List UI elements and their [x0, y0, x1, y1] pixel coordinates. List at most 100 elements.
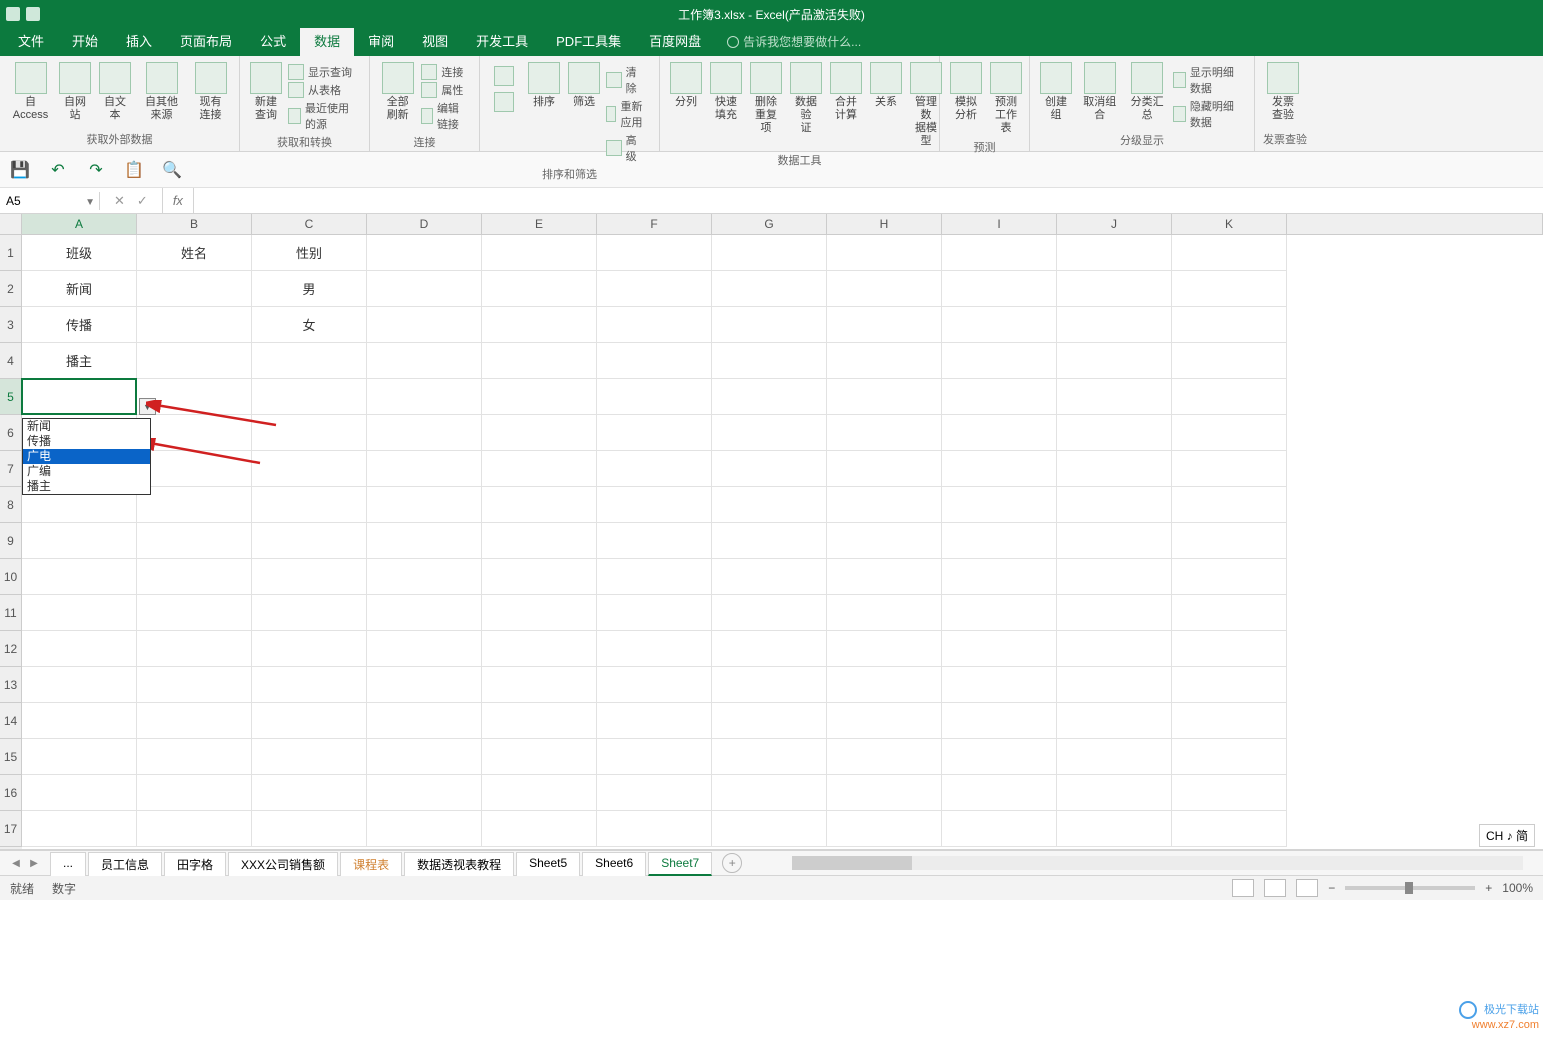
col-header-D[interactable]: D [367, 214, 482, 235]
cell-H5[interactable] [827, 379, 942, 415]
cell-C14[interactable] [252, 703, 367, 739]
cell-H3[interactable] [827, 307, 942, 343]
col-header-J[interactable]: J [1057, 214, 1172, 235]
cell-H8[interactable] [827, 487, 942, 523]
cell-D2[interactable] [367, 271, 482, 307]
cell-E15[interactable] [482, 739, 597, 775]
cell-G2[interactable] [712, 271, 827, 307]
cell-C16[interactable] [252, 775, 367, 811]
sheet-tab-3[interactable]: XXX公司销售额 [228, 852, 338, 876]
tab-view[interactable]: 视图 [408, 25, 462, 56]
cell-K9[interactable] [1172, 523, 1287, 559]
cell-E4[interactable] [482, 343, 597, 379]
cell-B12[interactable] [137, 631, 252, 667]
cell-K4[interactable] [1172, 343, 1287, 379]
btn-whatif[interactable]: 模拟分析 [946, 60, 986, 124]
cell-G3[interactable] [712, 307, 827, 343]
cell-K5[interactable] [1172, 379, 1287, 415]
row-header-5[interactable]: 5 [0, 379, 22, 415]
tab-formula[interactable]: 公式 [246, 25, 300, 56]
cell-J2[interactable] [1057, 271, 1172, 307]
cell-F14[interactable] [597, 703, 712, 739]
row-header-16[interactable]: 16 [0, 775, 22, 811]
col-header-F[interactable]: F [597, 214, 712, 235]
cell-I10[interactable] [942, 559, 1057, 595]
cell-F15[interactable] [597, 739, 712, 775]
sheet-tab-8[interactable]: Sheet7 [648, 852, 712, 876]
cell-C10[interactable] [252, 559, 367, 595]
cell-G10[interactable] [712, 559, 827, 595]
cell-A1[interactable]: 班级 [22, 235, 137, 271]
cell-C11[interactable] [252, 595, 367, 631]
cell-K3[interactable] [1172, 307, 1287, 343]
zoom-value[interactable]: 100% [1502, 881, 1533, 895]
btn-relationships[interactable]: 关系 [866, 60, 906, 111]
cell-I1[interactable] [942, 235, 1057, 271]
redo-button[interactable]: ↷ [86, 160, 106, 180]
cell-G11[interactable] [712, 595, 827, 631]
row-header-14[interactable]: 14 [0, 703, 22, 739]
cell-F3[interactable] [597, 307, 712, 343]
cell-H15[interactable] [827, 739, 942, 775]
cell-I13[interactable] [942, 667, 1057, 703]
cell-G16[interactable] [712, 775, 827, 811]
row-header-2[interactable]: 2 [0, 271, 22, 307]
btn-new-query[interactable]: 新建 查询 [246, 60, 286, 124]
cell-J6[interactable] [1057, 415, 1172, 451]
cell-K17[interactable] [1172, 811, 1287, 847]
cell-J8[interactable] [1057, 487, 1172, 523]
cell-K14[interactable] [1172, 703, 1287, 739]
btn-sort[interactable]: 排序 [524, 60, 564, 111]
cell-G9[interactable] [712, 523, 827, 559]
cell-J13[interactable] [1057, 667, 1172, 703]
cell-K12[interactable] [1172, 631, 1287, 667]
cell-F17[interactable] [597, 811, 712, 847]
name-box-dropdown-icon[interactable]: ▼ [85, 197, 95, 208]
cell-B14[interactable] [137, 703, 252, 739]
zoom-thumb[interactable] [1405, 882, 1413, 894]
cell-I15[interactable] [942, 739, 1057, 775]
cell-F12[interactable] [597, 631, 712, 667]
btn-invoice-check[interactable]: 发票 查验 [1261, 60, 1305, 124]
cell-E6[interactable] [482, 415, 597, 451]
cell-A2[interactable]: 新闻 [22, 271, 137, 307]
cell-D17[interactable] [367, 811, 482, 847]
cell-D9[interactable] [367, 523, 482, 559]
cell-F16[interactable] [597, 775, 712, 811]
cell-J14[interactable] [1057, 703, 1172, 739]
btn-clear[interactable]: 清除 [606, 64, 647, 96]
cell-G4[interactable] [712, 343, 827, 379]
dropdown-option-2[interactable]: 广电 [23, 449, 150, 464]
col-header-C[interactable]: C [252, 214, 367, 235]
cell-J3[interactable] [1057, 307, 1172, 343]
cell-A11[interactable] [22, 595, 137, 631]
cell-J9[interactable] [1057, 523, 1172, 559]
cell-B11[interactable] [137, 595, 252, 631]
row-header-12[interactable]: 12 [0, 631, 22, 667]
cell-J7[interactable] [1057, 451, 1172, 487]
cell-I16[interactable] [942, 775, 1057, 811]
row-header-10[interactable]: 10 [0, 559, 22, 595]
cell-B15[interactable] [137, 739, 252, 775]
cell-A12[interactable] [22, 631, 137, 667]
cell-D13[interactable] [367, 667, 482, 703]
spreadsheet-grid[interactable]: ABCDEFGHIJK 1234567891011121314151617 班级… [0, 214, 1543, 850]
cell-D14[interactable] [367, 703, 482, 739]
cell-J11[interactable] [1057, 595, 1172, 631]
btn-from-text[interactable]: 自文本 [95, 60, 135, 124]
cell-A10[interactable] [22, 559, 137, 595]
row-header-6[interactable]: 6 [0, 415, 22, 451]
view-layout-button[interactable] [1264, 879, 1286, 897]
btn-edit-links[interactable]: 编辑链接 [421, 100, 467, 132]
cell-J12[interactable] [1057, 631, 1172, 667]
cell-J1[interactable] [1057, 235, 1172, 271]
cell-H10[interactable] [827, 559, 942, 595]
view-normal-button[interactable] [1232, 879, 1254, 897]
sheet-tab-1[interactable]: 员工信息 [88, 852, 162, 876]
tab-insert[interactable]: 插入 [112, 25, 166, 56]
btn-hide-detail[interactable]: 隐藏明细数据 [1173, 98, 1242, 130]
btn-show-queries[interactable]: 显示查询 [288, 64, 357, 80]
btn-reapply[interactable]: 重新应用 [606, 98, 647, 130]
btn-subtotal[interactable]: 分类汇总 [1123, 60, 1170, 124]
cell-D3[interactable] [367, 307, 482, 343]
